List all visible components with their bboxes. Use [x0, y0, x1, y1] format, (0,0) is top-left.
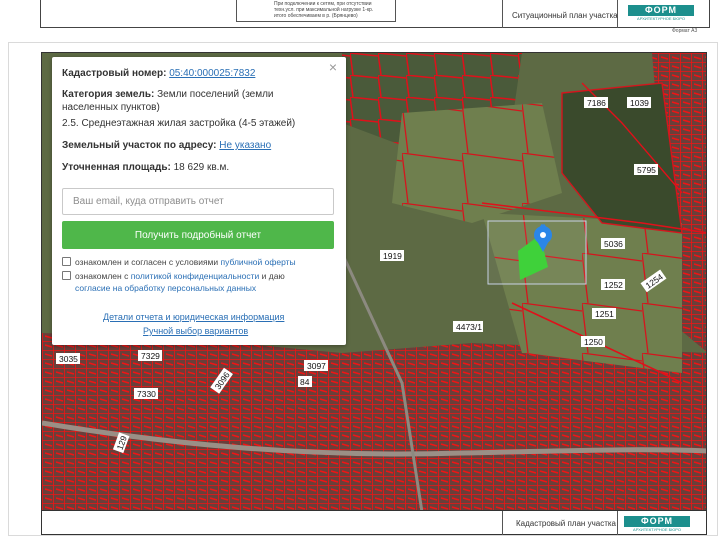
map-label: 3097	[304, 360, 328, 371]
privacy-consent-checkbox[interactable]	[62, 271, 71, 280]
logo-mark: ФОРМ	[628, 5, 694, 16]
address-link[interactable]: Не указано	[219, 140, 271, 151]
svg-text:1252: 1252	[604, 280, 623, 290]
map-label: 7329	[138, 350, 162, 361]
svg-text:1919: 1919	[383, 251, 402, 261]
top-sheet-fragment: При подключении к сетям, при отсутствии …	[0, 0, 720, 36]
svg-text:84: 84	[300, 377, 310, 387]
logo-subtitle: АРХИТЕКТУРНОЕ БЮРО	[637, 16, 685, 21]
top-stamp-text: При подключении к сетям, при отсутствии …	[274, 1, 394, 19]
close-icon[interactable]: ×	[326, 60, 340, 74]
area-label: Уточненная площадь:	[62, 162, 171, 173]
privacy-consent-row: ознакомлен с политикой конфиденциальност…	[62, 270, 332, 282]
cadastral-number-label: Кадастровый номер:	[62, 68, 167, 79]
map-label: 1039	[627, 97, 651, 108]
area-value: 18 629 кв.м.	[173, 162, 230, 173]
map-label: 5795	[634, 164, 658, 175]
logo-mark: ФОРМ	[624, 516, 690, 527]
land-category-row: Категория земель: Земли поселений (земли	[62, 88, 274, 101]
area-row: Уточненная площадь: 18 629 кв.м.	[62, 161, 229, 174]
offer-consent-checkbox[interactable]	[62, 257, 71, 266]
svg-text:7330: 7330	[137, 389, 156, 399]
land-use-type: 2.5. Среднеэтажная жилая застройка (4-5 …	[62, 118, 296, 129]
offer-consent-row: ознакомлен и согласен с условиями публич…	[62, 256, 332, 268]
map-label: 7330	[134, 388, 158, 399]
svg-text:3035: 3035	[59, 354, 78, 364]
bottom-sheet-title: Кадастровый план участка	[516, 519, 616, 528]
cadastral-number-row: Кадастровый номер: 05:40:000025:7832	[62, 67, 255, 80]
map-label: 1252	[601, 279, 625, 290]
privacy-policy-link[interactable]: политикой конфиденциальности	[131, 271, 260, 281]
email-input[interactable]	[62, 188, 334, 215]
document-viewer: При подключении к сетям, при отсутствии …	[0, 0, 720, 539]
map-label: 5036	[601, 238, 625, 249]
report-details-link[interactable]: Детали отчета и юридическая информация	[103, 312, 284, 322]
map-label: 1919	[380, 250, 404, 261]
top-sheet-title: Ситуационный план участка	[512, 11, 618, 20]
bottom-logo: ФОРМ АРХИТЕКТУРНОЕ БЮРО	[624, 516, 690, 532]
land-category-value: Земли поселений (земли	[157, 89, 274, 100]
svg-text:7186: 7186	[587, 98, 606, 108]
privacy-consent-text: ознакомлен с	[75, 271, 129, 281]
svg-text:4473/1: 4473/1	[456, 322, 482, 332]
stamp-line: итого обеспечиваем в р. (Брянцево)	[274, 13, 358, 19]
land-category-value-2: населенных пунктов)	[62, 102, 160, 113]
manual-selection-link[interactable]: Ручной выбор вариантов	[143, 326, 248, 336]
privacy-consent-text-2: и даю	[261, 271, 285, 281]
data-processing-row: согласие на обработку персональных данны…	[75, 282, 345, 294]
logo-subtitle: АРХИТЕКТУРНОЕ БЮРО	[633, 527, 681, 532]
address-row: Земельный участок по адресу: Не указано	[62, 139, 271, 152]
address-label: Земельный участок по адресу:	[62, 140, 217, 151]
svg-text:7329: 7329	[141, 351, 160, 361]
land-category-label: Категория земель:	[62, 89, 155, 100]
top-logo: ФОРМ АРХИТЕКТУРНОЕ БЮРО	[628, 5, 694, 21]
svg-text:1251: 1251	[595, 309, 614, 319]
offer-consent-text: ознакомлен и согласен с условиями	[75, 257, 219, 267]
svg-text:1250: 1250	[584, 337, 603, 347]
get-report-button[interactable]: Получить подробный отчет	[62, 221, 334, 249]
map-label: 7186	[584, 97, 608, 108]
svg-text:5795: 5795	[637, 165, 656, 175]
svg-text:5036: 5036	[604, 239, 623, 249]
parcel-info-popup: × Кадастровый номер: 05:40:000025:7832 К…	[52, 57, 346, 345]
public-offer-link[interactable]: публичной оферты	[221, 257, 296, 267]
data-processing-consent-link[interactable]: согласие на обработку персональных данны…	[75, 283, 256, 293]
map-label: 1251	[592, 308, 616, 319]
svg-text:1039: 1039	[630, 98, 649, 108]
map-label: 84	[298, 376, 312, 387]
cadastral-number-link[interactable]: 05:40:000025:7832	[169, 68, 255, 79]
map-label: 3035	[56, 353, 80, 364]
format-label: Формат А3	[672, 28, 698, 34]
svg-text:3097: 3097	[307, 361, 326, 371]
map-label: 4473/1	[453, 321, 483, 332]
map-label: 1250	[581, 336, 605, 347]
